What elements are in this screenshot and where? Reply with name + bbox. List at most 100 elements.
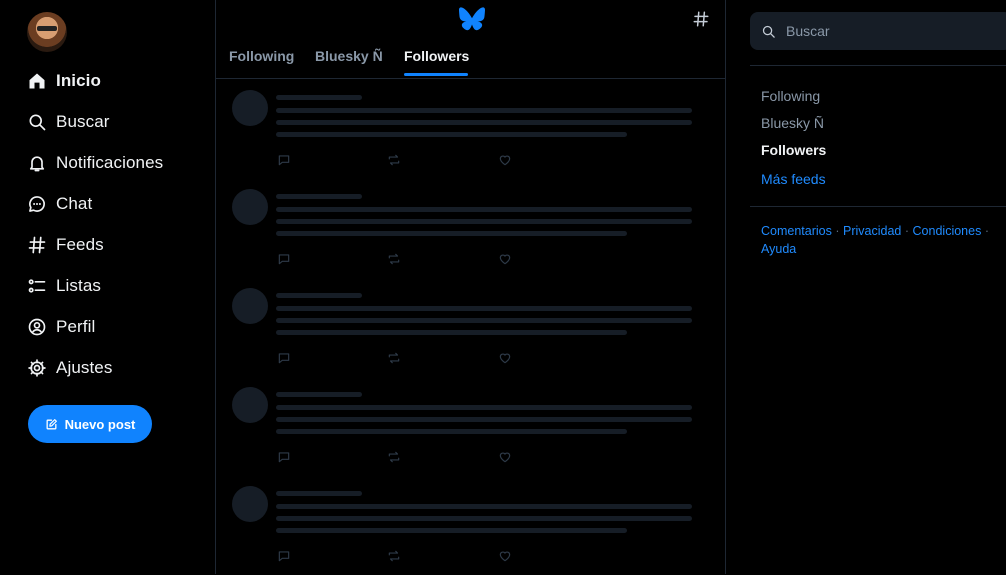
gear-icon xyxy=(28,359,46,377)
avatar-placeholder xyxy=(232,486,268,522)
feed-link-followers[interactable]: Followers xyxy=(761,142,826,158)
text-placeholder xyxy=(276,429,627,434)
reply-icon[interactable] xyxy=(277,450,291,464)
text-placeholder xyxy=(276,516,692,521)
loading-post-placeholder xyxy=(216,179,725,278)
nav-item-feeds[interactable]: Feeds xyxy=(27,232,104,258)
avatar-placeholder xyxy=(232,90,268,126)
repost-icon[interactable] xyxy=(387,549,401,563)
reply-icon[interactable] xyxy=(277,252,291,266)
text-placeholder xyxy=(276,132,627,137)
compose-icon xyxy=(46,418,57,429)
user-circle-icon xyxy=(28,318,46,336)
tab-bluesky-n[interactable]: Bluesky Ñ xyxy=(315,48,383,64)
new-post-label: Nuevo post xyxy=(64,416,136,432)
divider xyxy=(750,65,1006,66)
right-sidebar: Following Bluesky Ñ Followers Más feeds … xyxy=(727,0,1006,574)
feed-link-following[interactable]: Following xyxy=(761,88,820,104)
text-placeholder xyxy=(276,405,692,410)
text-placeholder xyxy=(276,330,627,335)
nav-item-perfil[interactable]: Perfil xyxy=(27,314,95,340)
nav-item-label: Perfil xyxy=(56,317,96,336)
tab-following[interactable]: Following xyxy=(229,48,294,64)
footer-separator: · xyxy=(904,224,910,238)
nav-item-inicio[interactable]: Inicio xyxy=(27,68,101,94)
nav-item-label: Ajustes xyxy=(56,358,113,377)
user-avatar[interactable] xyxy=(27,12,67,52)
name-placeholder xyxy=(276,491,362,496)
repost-icon[interactable] xyxy=(387,153,401,167)
footer-separator: · xyxy=(984,224,989,238)
footer-link-comentarios[interactable]: Comentarios xyxy=(761,224,832,238)
nav-item-listas[interactable]: Listas xyxy=(27,273,101,299)
chat-bubble-icon xyxy=(29,196,45,212)
footer-link-ayuda[interactable]: Ayuda xyxy=(761,242,796,256)
footer-links: Comentarios · Privacidad · Condiciones ·… xyxy=(761,222,1006,258)
text-placeholder xyxy=(276,504,692,509)
nav-item-ajustes[interactable]: Ajustes xyxy=(27,355,112,381)
footer-link-condiciones[interactable]: Condiciones xyxy=(913,224,982,238)
feed-link-bluesky-n[interactable]: Bluesky Ñ xyxy=(761,115,824,131)
text-placeholder xyxy=(276,231,627,236)
nav-item-label: Chat xyxy=(56,194,93,213)
bluesky-butterfly-icon[interactable] xyxy=(459,7,485,31)
list-icon xyxy=(28,279,46,293)
text-placeholder xyxy=(276,306,692,311)
like-icon[interactable] xyxy=(498,450,512,464)
name-placeholder xyxy=(276,95,362,100)
nav-item-buscar[interactable]: Buscar xyxy=(27,109,110,135)
name-placeholder xyxy=(276,293,362,298)
text-placeholder xyxy=(276,219,692,224)
text-placeholder xyxy=(276,120,692,125)
new-post-button[interactable]: Nuevo post xyxy=(28,405,152,443)
repost-icon[interactable] xyxy=(387,351,401,365)
like-icon[interactable] xyxy=(498,549,512,563)
nav-item-label: Listas xyxy=(56,276,102,295)
active-tab-indicator xyxy=(404,73,468,76)
nav-item-label: Buscar xyxy=(56,112,110,131)
more-feeds-link[interactable]: Más feeds xyxy=(761,171,826,187)
repost-icon[interactable] xyxy=(387,450,401,464)
name-placeholder xyxy=(276,392,362,397)
loading-post-placeholder xyxy=(216,278,725,377)
nav-item-label: Inicio xyxy=(56,71,101,90)
repost-icon[interactable] xyxy=(387,252,401,266)
avatar-placeholder xyxy=(232,288,268,324)
search-input[interactable] xyxy=(784,22,988,40)
nav-item-notificaciones[interactable]: Notificaciones xyxy=(27,150,163,176)
loading-post-placeholder xyxy=(216,377,725,476)
reply-icon[interactable] xyxy=(277,153,291,167)
text-placeholder xyxy=(276,318,692,323)
text-placeholder xyxy=(276,207,692,212)
bell-icon xyxy=(29,156,45,172)
feed-tabs: Following Bluesky Ñ Followers xyxy=(216,37,725,79)
left-sidebar: Inicio Buscar Notificaciones Chat Feeds … xyxy=(0,0,215,574)
avatar-placeholder xyxy=(232,387,268,423)
tab-followers[interactable]: Followers xyxy=(404,48,469,64)
feeds-hash-icon[interactable] xyxy=(692,10,710,28)
loading-post-placeholder xyxy=(216,80,725,179)
text-placeholder xyxy=(276,417,692,422)
divider xyxy=(750,206,1006,207)
like-icon[interactable] xyxy=(498,351,512,365)
like-icon[interactable] xyxy=(498,252,512,266)
home-icon xyxy=(29,73,45,89)
avatar-placeholder xyxy=(232,189,268,225)
loading-post-placeholder xyxy=(216,476,725,575)
footer-separator: · xyxy=(835,224,840,238)
text-placeholder xyxy=(276,528,627,533)
nav-item-label: Notificaciones xyxy=(56,153,164,172)
reply-icon[interactable] xyxy=(277,351,291,365)
search-icon xyxy=(29,114,46,131)
hash-icon xyxy=(28,236,46,254)
footer-link-privacidad[interactable]: Privacidad xyxy=(843,224,901,238)
like-icon[interactable] xyxy=(498,153,512,167)
search-icon xyxy=(762,25,775,38)
main-feed-column: Following Bluesky Ñ Followers xyxy=(215,0,726,574)
search-box[interactable] xyxy=(750,12,1006,50)
name-placeholder xyxy=(276,194,362,199)
nav-item-label: Feeds xyxy=(56,235,104,254)
reply-icon[interactable] xyxy=(277,549,291,563)
nav-item-chat[interactable]: Chat xyxy=(27,191,92,217)
text-placeholder xyxy=(276,108,692,113)
